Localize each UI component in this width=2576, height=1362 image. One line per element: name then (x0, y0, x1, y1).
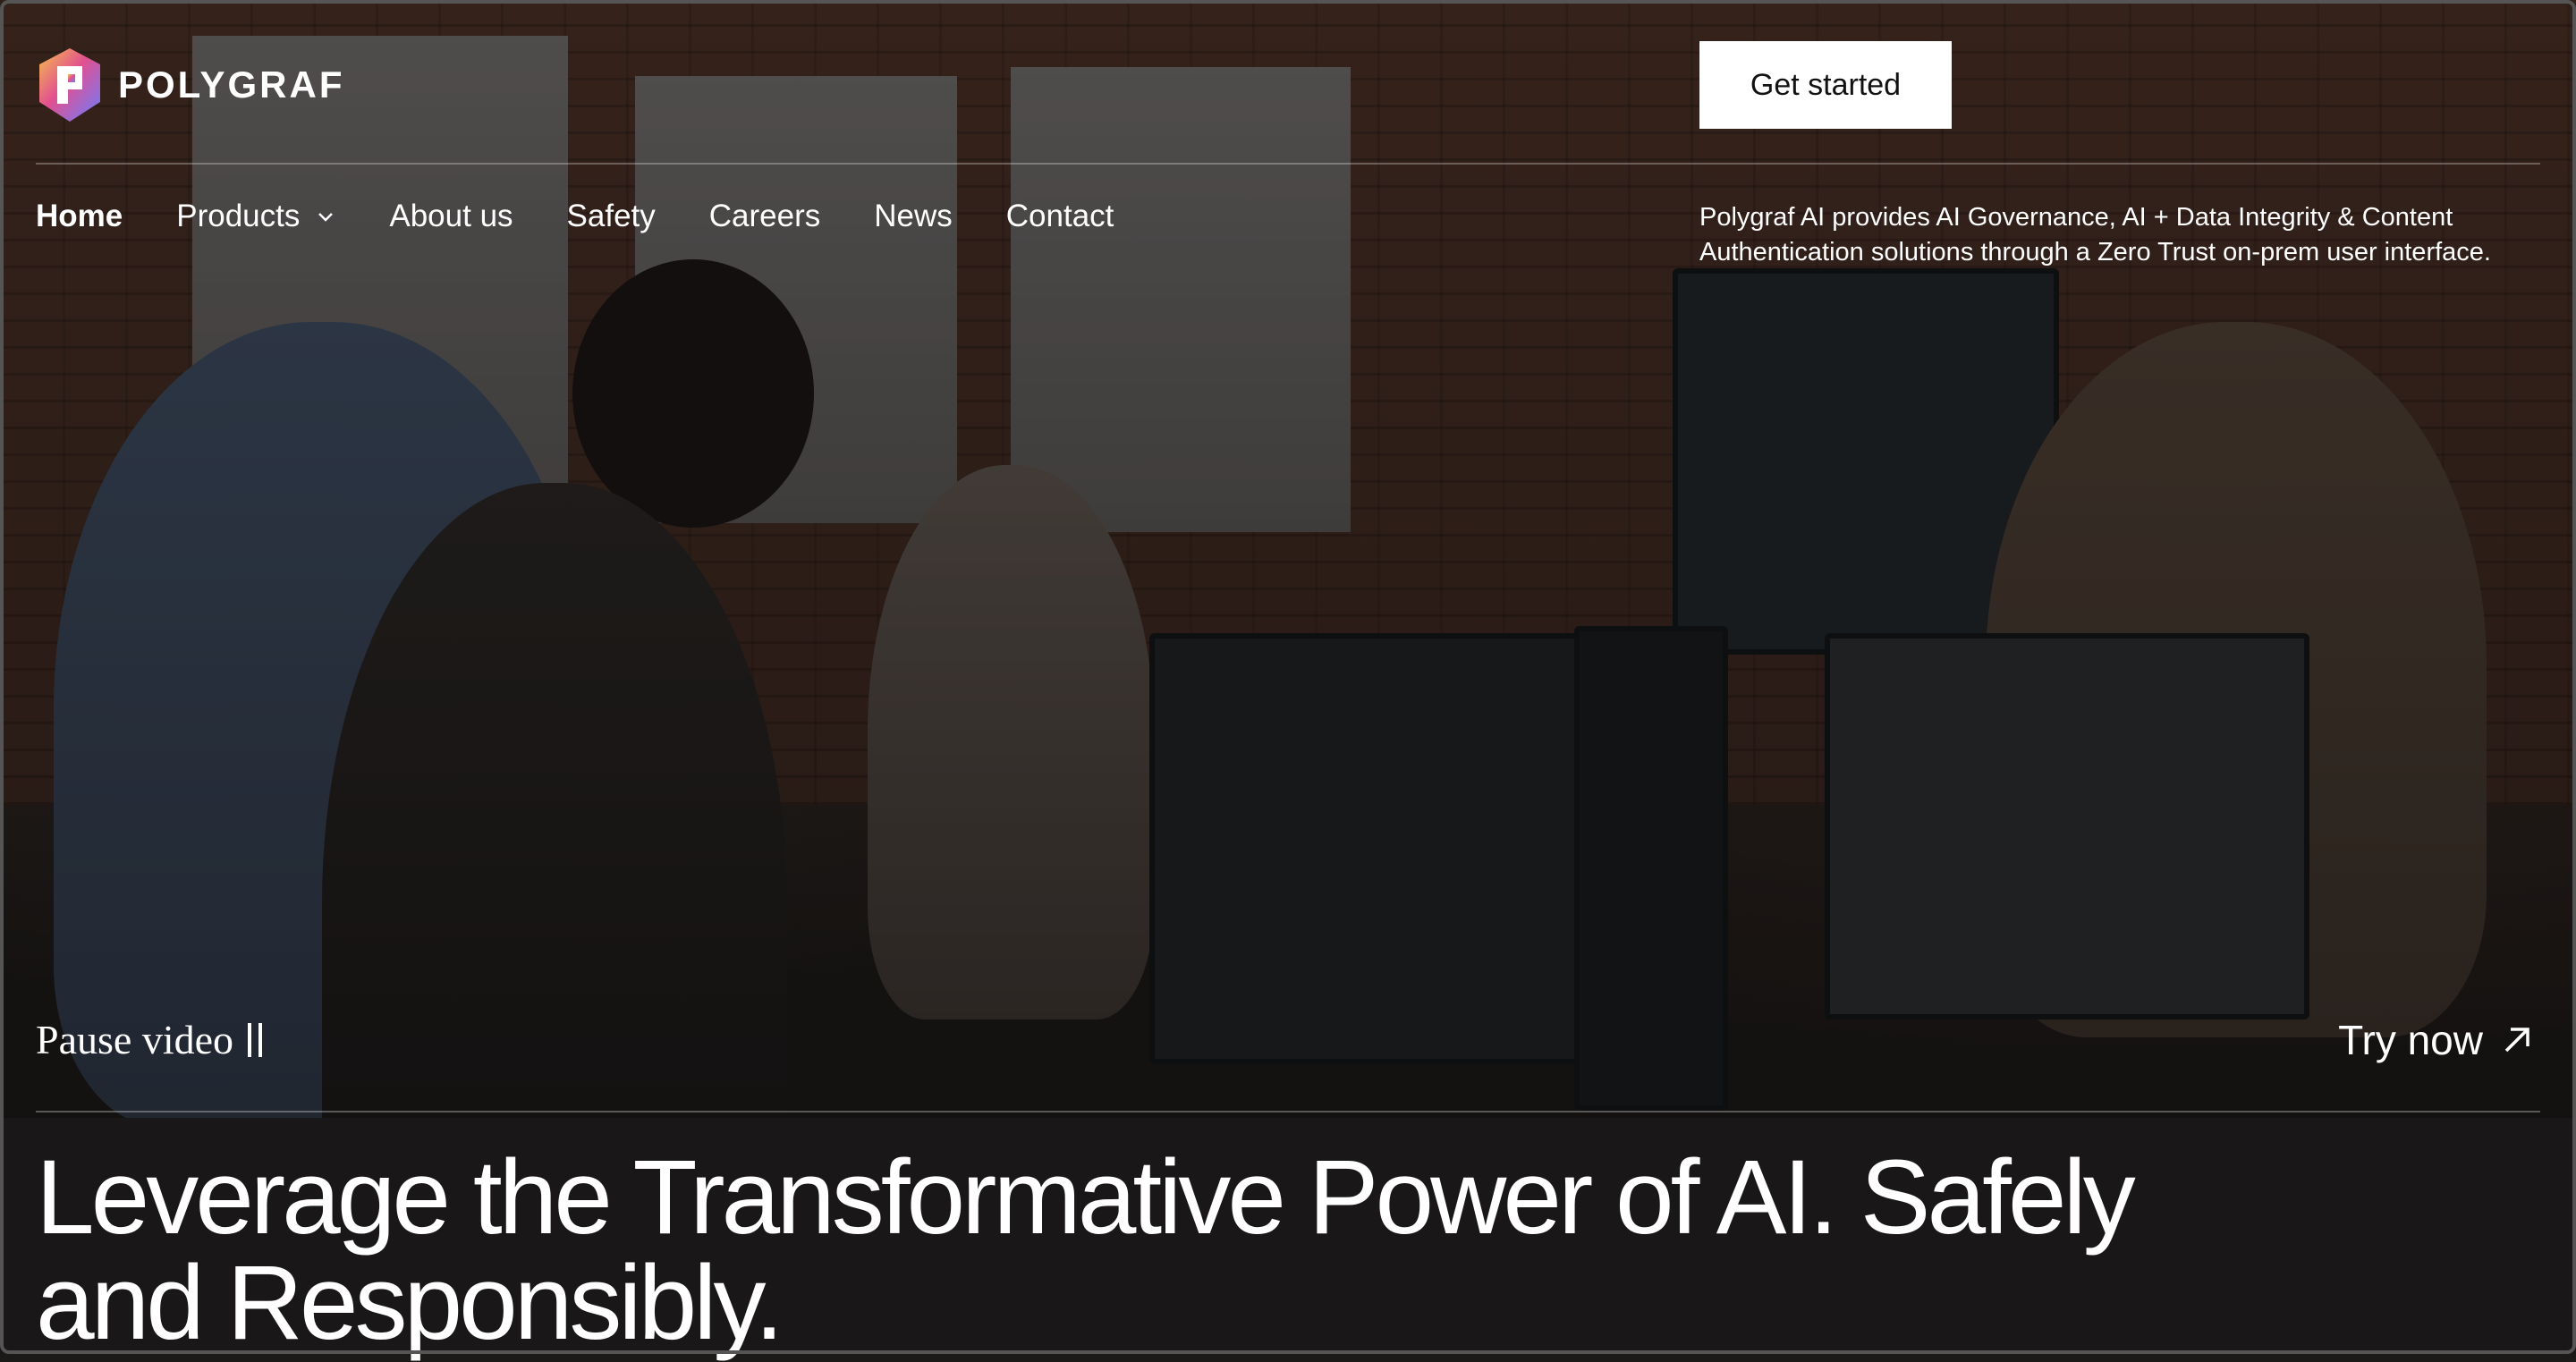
main-nav: Home Products About us Safety Careers Ne… (36, 199, 1114, 234)
try-now-label: Try now (2338, 1017, 2483, 1063)
nav-item-contact[interactable]: Contact (1006, 199, 1114, 234)
pause-video-button[interactable]: Pause video (36, 1016, 263, 1063)
nav-item-label: About us (389, 199, 513, 233)
pause-icon (248, 1022, 263, 1057)
brand-name: POLYGRAF (118, 63, 345, 106)
nav-item-home[interactable]: Home (36, 199, 123, 234)
nav-item-label: Products (176, 199, 301, 233)
arrow-up-right-icon (2504, 1028, 2529, 1053)
nav-item-label: Home (36, 199, 123, 233)
nav-item-about-us[interactable]: About us (389, 199, 513, 234)
hero-divider (36, 1111, 2540, 1112)
chevron-down-icon (318, 213, 334, 222)
nav-item-news[interactable]: News (874, 199, 953, 234)
nav-item-label: Contact (1005, 199, 1114, 233)
hero-headline: Leverage the Transformative Power of AI.… (36, 1138, 2136, 1362)
try-now-link[interactable]: Try now (2338, 1016, 2535, 1064)
nav-item-label: Safety (566, 199, 656, 233)
nav-item-label: Careers (708, 199, 821, 233)
nav-item-products[interactable]: Products (176, 199, 335, 234)
nav-item-careers[interactable]: Careers (709, 199, 820, 234)
get-started-button[interactable]: Get started (1699, 41, 1952, 129)
pause-video-label: Pause video (36, 1017, 234, 1062)
brand-logo[interactable]: POLYGRAF (36, 45, 344, 125)
header-divider (36, 163, 2540, 165)
company-tagline: Polygraf AI provides AI Governance, AI +… (1699, 203, 2491, 266)
nav-item-label: News (874, 199, 953, 233)
nav-item-safety[interactable]: Safety (567, 199, 656, 234)
polygraf-logo-icon (39, 48, 100, 122)
